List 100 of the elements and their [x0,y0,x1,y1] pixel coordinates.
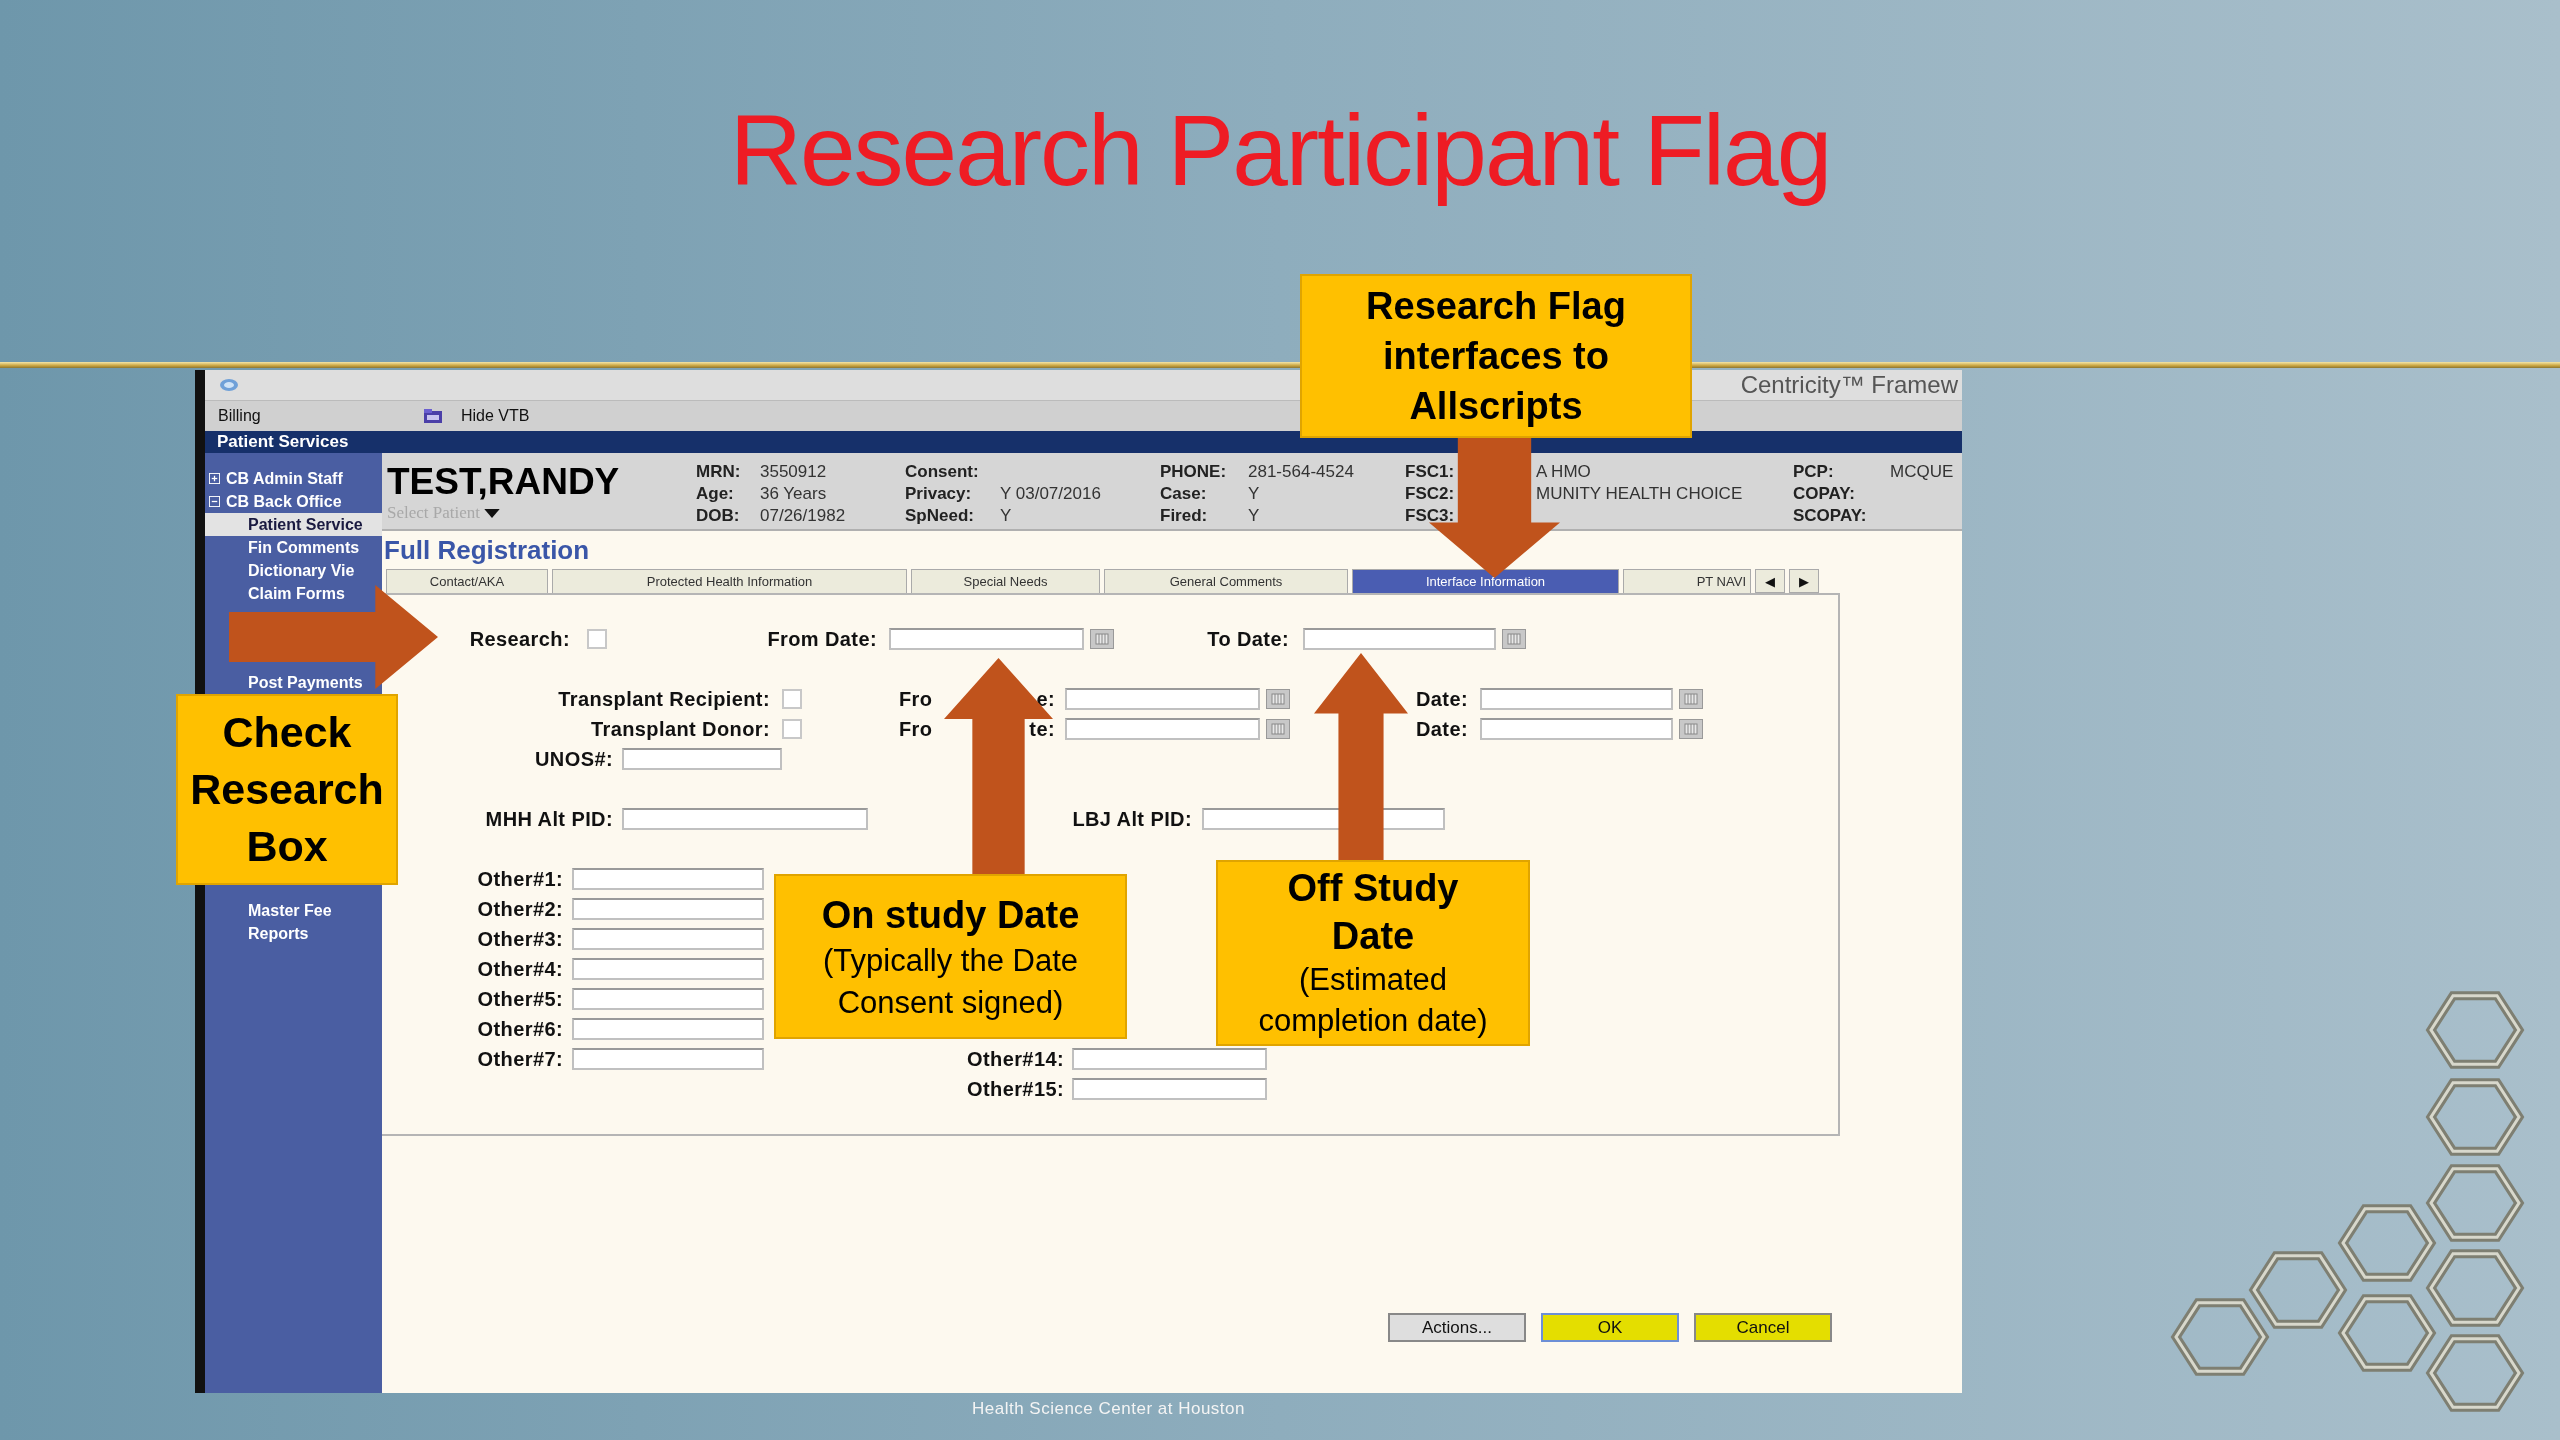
caret-icon [484,508,500,518]
date-field[interactable] [1065,688,1260,710]
field-label: te: [1029,717,1055,741]
field-label: Date: [1415,717,1468,741]
field-label: To Date: [1206,627,1289,651]
field-label: MRN: [696,462,742,482]
input-field[interactable] [572,928,764,950]
input-field[interactable] [572,988,764,1010]
field-label: PCP: [1793,462,1835,482]
sidebar-item[interactable]: Reports [205,922,311,945]
calendar-icon[interactable] [1502,629,1526,649]
sidebar-item[interactable]: Master Fee [205,899,334,922]
sidebar-item[interactable]: Patient Service [205,513,382,536]
sidebar-item[interactable]: Claim Forms [205,582,347,605]
folder-icon [423,408,443,424]
tree-item[interactable]: CB Admin Staff [205,467,382,490]
tab-scroll-button[interactable]: ▶ [1789,569,1819,593]
field-label: Other#3: [476,927,563,951]
calendar-icon[interactable] [1266,719,1290,739]
field-label: MHH Alt PID: [484,807,613,831]
tab[interactable]: Contact/AKA [386,569,548,593]
calendar-icon[interactable] [1679,689,1703,709]
tree-item[interactable]: CB Back Office [205,490,382,513]
field-value: Y [1248,484,1260,504]
callout-title: Off Study Date [1286,866,1460,959]
checkbox[interactable] [782,689,802,709]
toolbar-button[interactable]: Hide VTB [461,407,530,425]
slide-title: Research Participant Flag [729,92,1831,208]
checkbox[interactable] [587,629,607,649]
field-label: Other#2: [476,897,563,921]
field-label: SCOPAY: [1793,506,1868,526]
sidebar-item[interactable]: Dictionary Vie [205,559,357,582]
input-field[interactable] [572,958,764,980]
actions-button[interactable]: Actions... [1388,1313,1526,1342]
cancel-button[interactable]: Cancel [1694,1313,1832,1342]
field-label: Age: [696,484,735,504]
input-field[interactable] [1072,1078,1267,1100]
field-value: A HMO [1536,462,1591,482]
minus-box-icon[interactable] [209,496,220,507]
input-field[interactable] [572,1018,764,1040]
date-field[interactable] [1065,718,1260,740]
field-label: LBJ Alt PID: [1071,807,1192,831]
date-field[interactable] [1303,628,1496,650]
field-label: Other#4: [476,957,563,981]
calendar-icon[interactable] [1090,629,1114,649]
plus-box-icon[interactable] [209,473,220,484]
calendar-icon[interactable] [1679,719,1703,739]
ok-button[interactable]: OK [1541,1313,1679,1342]
footer-text: Health Science Center at Houston [970,1399,1246,1419]
date-field[interactable] [1480,718,1673,740]
field-label: PHONE: [1160,462,1228,482]
callout-title: Check Research Box [189,707,385,872]
field-label: FSC3: [1405,506,1456,526]
field-label: Other#7: [476,1047,563,1071]
checkbox[interactable] [782,719,802,739]
calendar-icon[interactable] [1266,689,1290,709]
field-value: MUNITY HEALTH CHOICE [1536,484,1743,504]
field-value: Y [1248,506,1260,526]
field-label: e: [1036,687,1055,711]
input-field[interactable] [1072,1048,1267,1070]
menu-item[interactable]: Billing [218,407,423,425]
date-field[interactable] [889,628,1084,650]
date-field[interactable] [1480,688,1673,710]
input-field[interactable] [622,808,868,830]
field-label: Other#14: [966,1047,1064,1071]
callout-text: (Typically the Date Consent signed) [822,941,1079,1022]
field-label: FSC1: [1405,462,1456,482]
tab[interactable]: Special Needs [911,569,1100,593]
field-label: Transplant Donor: [589,717,770,741]
input-field[interactable] [572,898,764,920]
field-value: 36 Years [760,484,827,504]
field-value: 281-564-4524 [1248,462,1354,482]
tab[interactable]: General Comments [1104,569,1348,593]
input-field[interactable] [572,1048,764,1070]
field-label: DOB: [696,506,741,526]
field-value: MCQUE [1890,462,1954,482]
field-value: 3550912 [760,462,827,482]
field-label: FSC2: [1405,484,1456,504]
tab[interactable]: Interface Information [1352,569,1619,593]
field-label: Fro [899,717,933,741]
callout-text: (Estimated completion date) [1257,961,1489,1040]
field-label: SpNeed: [905,506,975,526]
sidebar-item[interactable]: Fin Comments [205,536,362,559]
field-label: Other#1: [476,867,563,891]
app-brand: Centricity™ Framew [1740,371,1958,399]
tab-scroll-button[interactable]: ◀ [1755,569,1785,593]
field-label: Date: [1415,687,1468,711]
field-label: Other#15: [966,1077,1064,1101]
tab[interactable]: Protected Health Information [552,569,907,593]
tab[interactable]: PT NAVI [1623,569,1751,593]
input-field[interactable] [572,868,764,890]
field-label: Transplant Recipient: [557,687,770,711]
field-label: Case: [1160,484,1208,504]
patient-name: TEST,RANDY [387,461,621,503]
input-field[interactable] [622,748,782,770]
field-value: Y 03/07/2016 [1000,484,1101,504]
sidebar-item[interactable]: Post Payments [205,671,365,694]
field-label: From Date: [766,627,877,651]
field-label: UNOS#: [534,747,613,771]
field-value: 07/26/1982 [760,506,846,526]
